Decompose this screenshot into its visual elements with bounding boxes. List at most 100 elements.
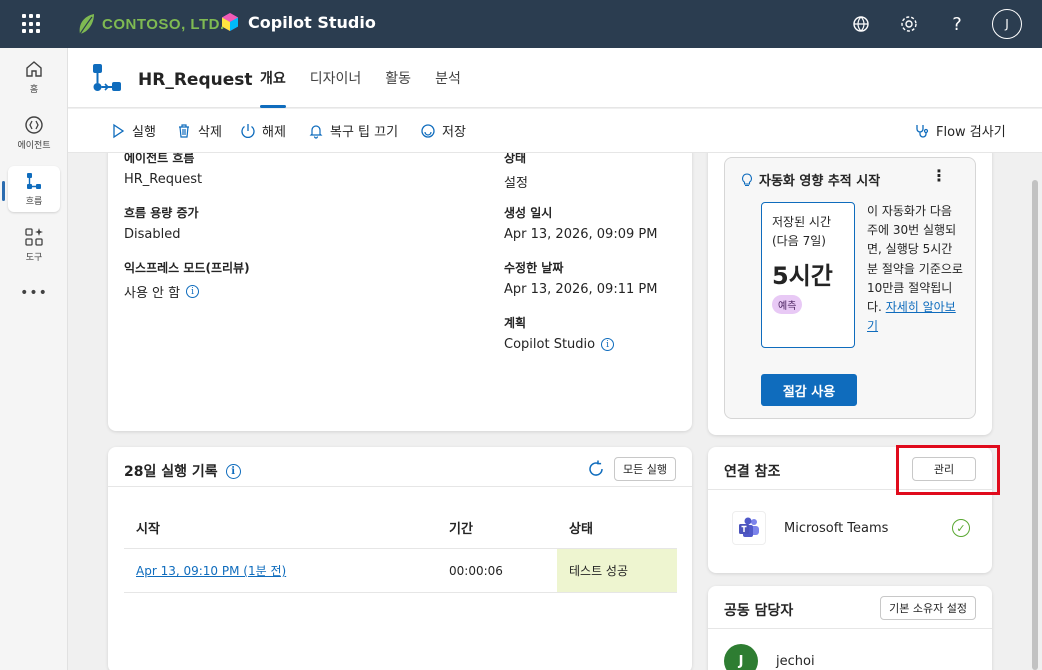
status-value: 설정 (504, 176, 528, 191)
list-item[interactable]: Microsoft Teams (732, 511, 888, 545)
impact-title: 자동화 영향 추적 시작 (759, 174, 881, 189)
rail-label-home: 홈 (29, 85, 39, 95)
refresh-icon[interactable] (586, 459, 606, 479)
modified-value: Apr 13, 2026, 09:11 PM (504, 282, 658, 297)
plan-value: Copilot Studio (504, 337, 596, 352)
impact-header: 자동화 영향 추적 시작 (741, 170, 880, 189)
column-duration[interactable]: 기간 (437, 518, 557, 537)
settings-gear-icon[interactable] (896, 8, 922, 40)
vertical-scrollbar[interactable] (1032, 180, 1038, 670)
save-button[interactable]: 저장 (420, 121, 466, 140)
run-history-table: 시작 기간 상태 Apr 13, 09:10 PM (1분 전) 00:00:0… (124, 507, 677, 593)
bell-icon (309, 124, 323, 139)
saved-time-box: 저장된 시간(다음 7일) 5시간 예측 (761, 202, 855, 348)
recovery-tip-label: 복구 팁 끄기 (330, 125, 399, 140)
turn-off-button[interactable]: 해제 (240, 121, 286, 140)
play-icon (113, 123, 125, 138)
run-label: 실행 (132, 125, 156, 140)
plan-value-row: Copilot Studio i (504, 337, 615, 352)
capacity-label: 흐름 용량 증가 (124, 206, 199, 220)
rail-item-agents[interactable]: 에이전트 (8, 110, 60, 156)
status-label: 상태 (504, 153, 527, 165)
info-icon[interactable]: i (225, 463, 241, 479)
rail-item-home[interactable]: 홈 (8, 54, 60, 100)
highlight-box (896, 445, 1000, 495)
delete-label: 삭제 (198, 125, 222, 140)
all-runs-button[interactable]: 모든 실행 (614, 457, 676, 481)
rail-active-indicator (2, 181, 5, 201)
top-bar: CONTOSO, LTD. Copilot Studio ? J (0, 0, 1042, 48)
recovery-tip-button[interactable]: 복구 팁 끄기 (308, 121, 398, 140)
leaf-icon (79, 14, 94, 35)
rail-item-flows[interactable]: 흐름 (8, 166, 60, 212)
express-mode-value: 사용 안 함 (124, 286, 181, 301)
info-icon[interactable]: i (186, 285, 200, 298)
app-launcher-icon[interactable] (22, 14, 42, 34)
delete-button[interactable]: 삭제 (176, 121, 222, 140)
express-mode-field: 익스프레스 모드(프리뷰) 사용 안 함 i (124, 259, 250, 301)
rail-label-agents: 에이전트 (17, 141, 51, 151)
tab-designer[interactable]: 디자이너 (298, 48, 374, 108)
tab-strip: 개요 디자이너 활동 분석 (248, 48, 473, 108)
command-bar: 실행 삭제 해제 복구 팁 끄기 저장 Flow 검사기 (68, 109, 1042, 153)
stethoscope-icon (916, 124, 929, 138)
turn-off-label: 해제 (262, 125, 286, 140)
flow-icon (93, 64, 121, 91)
saved-time-value: 5시간 (772, 262, 833, 291)
microsoft-teams-icon (732, 511, 766, 545)
run-button[interactable]: 실행 (110, 121, 156, 140)
modified-label: 수정한 날짜 (504, 261, 564, 275)
save-icon (421, 123, 435, 138)
product-title[interactable]: Copilot Studio (220, 12, 376, 32)
status-field: 상태 설정 (504, 153, 528, 191)
rail-label-flows: 흐름 (25, 197, 43, 207)
modified-field: 수정한 날짜 Apr 13, 2026, 09:11 PM (504, 259, 657, 297)
impact-desc-text: 이 자동화가 다음 주에 30번 실행되면, 실행당 5시간분 절약을 기준으로… (867, 204, 963, 314)
tab-analytics[interactable]: 분석 (423, 48, 473, 108)
co-owners-title: 공동 담당자 (724, 603, 794, 619)
left-navigation-rail: 홈 에이전트 흐름 도구 ••• (0, 48, 68, 670)
flow-checker-button[interactable]: Flow 검사기 (914, 121, 1006, 140)
info-icon[interactable]: i (601, 338, 615, 351)
connection-references-title: 연결 참조 (724, 464, 781, 480)
more-icon: ••• (20, 285, 48, 301)
divider (708, 628, 992, 629)
flow-icon (27, 173, 41, 189)
flow-checker-label: Flow 검사기 (936, 125, 1006, 140)
set-primary-owner-button[interactable]: 기본 소유자 설정 (880, 596, 976, 620)
column-status[interactable]: 상태 (557, 507, 677, 548)
created-label: 생성 일시 (504, 206, 553, 220)
brand-name: CONTOSO, LTD. (102, 15, 225, 33)
run-start-link[interactable]: Apr 13, 09:10 PM (1분 전) (136, 564, 286, 578)
overview-content: 에이전트 흐름 HR_Request 흐름 용량 증가 Disabled 익스프… (68, 153, 1042, 670)
estimate-badge: 예측 (772, 295, 803, 315)
rail-more-button[interactable]: ••• (8, 280, 60, 306)
rail-item-tools[interactable]: 도구 (8, 222, 60, 268)
run-duration: 00:00:06 (449, 563, 503, 578)
agent-flow-field: 에이전트 흐름 HR_Request (124, 153, 202, 187)
tab-overview[interactable]: 개요 (248, 48, 298, 108)
copilot-studio-icon (222, 13, 238, 31)
lightbulb-icon (742, 172, 752, 186)
use-savings-button[interactable]: 절감 사용 (761, 374, 857, 406)
column-start[interactable]: 시작 (124, 518, 437, 537)
divider (108, 486, 692, 487)
check-circle-icon: ✓ (952, 519, 970, 537)
environment-icon[interactable] (848, 8, 874, 40)
home-icon (26, 61, 42, 77)
express-mode-label: 익스프레스 모드(프리뷰) (124, 261, 250, 275)
run-status: 테스트 성공 (557, 549, 677, 592)
agent-flow-value: HR_Request (124, 172, 203, 187)
tools-icon (25, 228, 43, 246)
created-field: 생성 일시 Apr 13, 2026, 09:09 PM (504, 204, 657, 242)
product-name: Copilot Studio (248, 12, 376, 32)
user-avatar[interactable]: J (992, 9, 1022, 39)
plan-label: 계획 (504, 316, 527, 330)
tab-activity[interactable]: 활동 (373, 48, 423, 108)
created-value: Apr 13, 2026, 09:09 PM (504, 227, 658, 242)
more-options-icon[interactable]: ⋮ (931, 166, 947, 185)
co-owners-card: 공동 담당자 기본 소유자 설정 J jechoi (708, 586, 992, 670)
help-icon[interactable]: ? (944, 8, 970, 40)
page-header: HR_Request 개요 디자이너 활동 분석 (68, 48, 1042, 108)
table-header: 시작 기간 상태 (124, 507, 677, 549)
